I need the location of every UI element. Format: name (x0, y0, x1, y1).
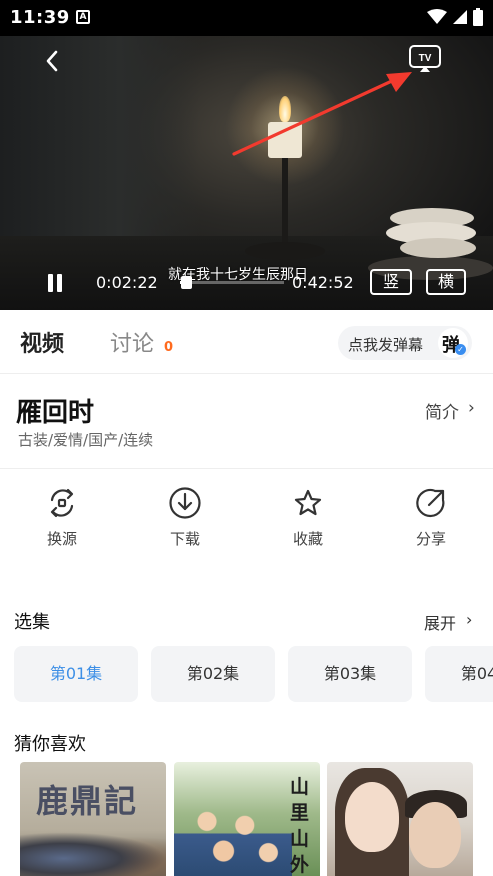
portrait-button[interactable]: 竖 (370, 269, 412, 295)
expand-episodes-button[interactable]: 展开 (424, 610, 456, 634)
episodes-title: 选集 (14, 612, 50, 633)
poster-title: 鹿鼎記 (36, 782, 139, 820)
poster-title: 山里山外 (290, 776, 310, 876)
battery-icon (473, 8, 483, 26)
recommend-poster-2[interactable]: 山里山外 (174, 762, 320, 876)
notification-icon: A (76, 10, 90, 24)
danmu-input-button[interactable]: 点我发弹幕 弹 ✓ (338, 326, 472, 360)
favorite-button[interactable]: 收藏 (273, 486, 343, 566)
pause-button[interactable] (44, 272, 66, 294)
divider (0, 468, 493, 469)
recommend-poster-3[interactable] (327, 762, 473, 876)
favorite-label: 收藏 (292, 530, 323, 548)
show-title: 雁回时 (16, 398, 95, 428)
pause-icon (48, 274, 53, 292)
episode-item-3[interactable]: 第03集 (288, 646, 412, 702)
signal-icon (453, 10, 467, 24)
status-bar: 11:39 A (0, 0, 493, 36)
share-label: 分享 (415, 530, 446, 548)
detail-tabs: 视频 讨论 0 点我发弹幕 弹 ✓ (0, 310, 493, 374)
action-bar: 换源 下载 收藏 分享 (0, 486, 493, 566)
recommend-poster-1[interactable]: 鹿鼎記 (20, 762, 166, 876)
tab-video[interactable]: 视频 (20, 326, 64, 358)
download-label: 下载 (169, 530, 200, 548)
system-icons (427, 8, 483, 26)
progress-knob[interactable] (180, 276, 192, 289)
recommend-title: 猜你喜欢 (14, 734, 86, 755)
tab-discussion[interactable]: 讨论 (110, 326, 154, 358)
chevron-right-icon: › (466, 610, 473, 629)
switch-source-icon (50, 488, 74, 518)
annotation-arrow (232, 72, 412, 156)
switch-source-label: 换源 (46, 530, 77, 548)
status-time: 11:39 (10, 7, 70, 28)
share-button[interactable]: 分享 (396, 486, 466, 566)
download-button[interactable]: 下载 (150, 486, 220, 566)
tv-label: TV (419, 53, 432, 64)
episode-list: 第01集 第02集 第03集 第04集 (14, 646, 493, 702)
danmu-placeholder: 点我发弹幕 (348, 336, 424, 354)
video-scene-candle-base (245, 242, 325, 260)
video-scene-cakes (386, 208, 478, 262)
share-icon (416, 488, 445, 518)
intro-link[interactable]: 简介 (425, 398, 459, 423)
landscape-button[interactable]: 横 (426, 269, 466, 295)
chevron-right-icon: › (468, 398, 475, 418)
switch-source-button[interactable]: 换源 (27, 486, 97, 566)
wifi-icon (427, 9, 447, 24)
episode-item-1[interactable]: 第01集 (14, 646, 138, 702)
poster-art (20, 832, 166, 876)
chevron-left-icon (46, 50, 58, 72)
poster-art (174, 798, 292, 876)
show-tags: 古装/爱情/国产/连续 (18, 431, 154, 449)
download-icon (169, 487, 201, 519)
episode-item-4[interactable]: 第04集 (425, 646, 493, 702)
back-button[interactable] (40, 48, 66, 74)
player-controls: 0:02:22 0:42:52 竖 横 (0, 264, 493, 304)
current-time: 0:02:22 (96, 273, 158, 292)
progress-track[interactable] (180, 281, 284, 284)
danmu-toggle[interactable]: 弹 ✓ (438, 328, 468, 358)
discussion-count-badge: 0 (164, 340, 174, 355)
total-time: 0:42:52 (292, 273, 354, 292)
episode-item-2[interactable]: 第02集 (151, 646, 275, 702)
star-icon (294, 489, 322, 516)
check-icon: ✓ (455, 344, 466, 355)
